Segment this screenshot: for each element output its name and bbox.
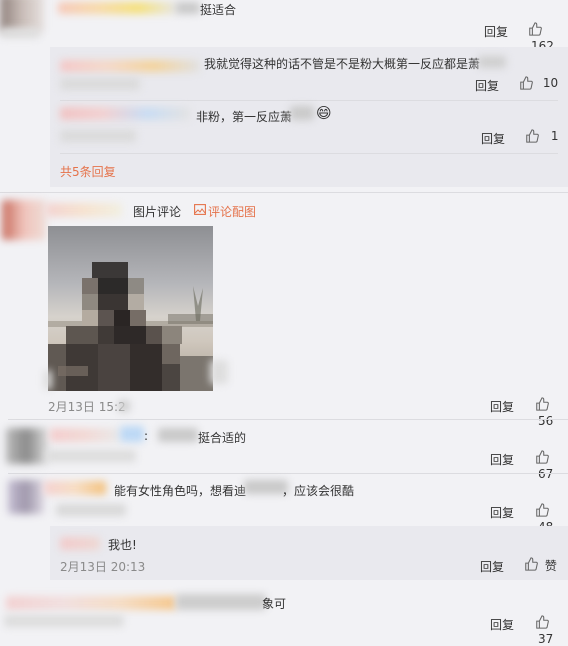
more-replies-link[interactable]: 共5条回复 xyxy=(60,163,116,180)
reply-button[interactable]: 回复 xyxy=(490,398,514,415)
username-redacted[interactable] xyxy=(60,537,100,550)
laughing-emoji-icon: 😄 xyxy=(316,104,332,122)
avatar[interactable] xyxy=(8,480,44,514)
redacted-text xyxy=(290,106,314,120)
like-button[interactable]: 37 xyxy=(535,615,568,646)
reply-text: 我也! xyxy=(108,538,137,552)
redacted-text xyxy=(44,370,52,390)
comment-text: 挺适合 xyxy=(200,3,237,17)
reply-button[interactable]: 回复 xyxy=(475,77,499,94)
like-count: 10 xyxy=(542,76,559,90)
comment-text: 能有女性角色吗，想看迪 xyxy=(114,484,247,498)
picture-icon[interactable] xyxy=(194,204,206,218)
username-redacted[interactable] xyxy=(60,107,190,120)
picture-comment-tag: 图片评论 xyxy=(133,205,182,219)
like-button[interactable]: 赞 xyxy=(524,557,557,574)
divider xyxy=(8,419,568,420)
redacted-text xyxy=(176,594,266,610)
reply-button[interactable]: 回复 xyxy=(481,130,505,147)
reply-text: 非粉，第一反应萧 xyxy=(196,110,293,124)
thumb-up-icon xyxy=(536,397,549,411)
pixelated-figure xyxy=(48,262,213,391)
comment-text-tail: ，应该会很酷 xyxy=(282,484,355,498)
redacted-text xyxy=(4,615,124,627)
comment-image[interactable] xyxy=(48,226,213,391)
like-count: 37 xyxy=(538,632,554,646)
timestamp: 2月13日 20:13 xyxy=(60,560,146,574)
like-button[interactable]: 67 xyxy=(535,450,568,481)
comment-text: 挺合适的 xyxy=(198,431,247,445)
redacted-text xyxy=(60,78,140,90)
redacted-text xyxy=(118,400,130,412)
redacted-text xyxy=(56,504,126,516)
colon: : xyxy=(144,429,149,443)
thumb-up-icon xyxy=(529,22,542,36)
thumb-up-icon xyxy=(520,76,533,90)
timestamp: 2月13日 15:2 xyxy=(48,400,126,414)
redacted-text xyxy=(478,56,506,68)
redacted-text xyxy=(46,450,136,462)
view-picture-link[interactable]: 评论配图 xyxy=(208,203,256,220)
thumb-up-icon xyxy=(536,503,549,517)
thumb-up-icon xyxy=(536,615,549,629)
divider xyxy=(0,192,568,193)
reply-button[interactable]: 回复 xyxy=(490,504,514,521)
username-redacted[interactable] xyxy=(50,428,120,442)
username-redacted[interactable] xyxy=(46,203,122,217)
redacted-text xyxy=(0,28,40,38)
divider xyxy=(60,100,558,101)
thumb-up-icon xyxy=(536,450,549,464)
image-icon xyxy=(194,204,206,215)
like-count: 1 xyxy=(550,129,559,143)
username-redacted[interactable] xyxy=(6,596,176,610)
avatar[interactable] xyxy=(6,428,48,464)
like-label: 赞 xyxy=(544,559,557,573)
reply-text: 我就觉得这种的话不管是不是粉大概第一反应都是萧 xyxy=(204,57,481,71)
divider xyxy=(60,153,558,154)
reply-button[interactable]: 回复 xyxy=(490,451,514,468)
username-redacted[interactable] xyxy=(60,60,200,72)
like-count: 67 xyxy=(538,467,554,481)
reply-button[interactable]: 回复 xyxy=(490,616,514,633)
like-button[interactable]: 56 xyxy=(535,397,568,428)
redacted-text xyxy=(158,428,198,442)
like-button[interactable]: 10 xyxy=(519,76,558,93)
redacted-text xyxy=(176,2,200,14)
username-redacted[interactable] xyxy=(58,2,178,14)
thumb-up-icon xyxy=(525,557,538,571)
reply-button[interactable]: 回复 xyxy=(480,558,504,575)
redacted-text xyxy=(60,130,136,142)
divider xyxy=(8,473,568,474)
username-redacted[interactable] xyxy=(120,426,144,442)
like-count: 56 xyxy=(538,414,554,428)
thumb-up-icon xyxy=(526,129,539,143)
reply-button[interactable]: 回复 xyxy=(484,23,508,40)
comment-text: 象可 xyxy=(262,597,287,611)
avatar[interactable] xyxy=(2,200,46,240)
like-button[interactable]: 1 xyxy=(525,129,558,146)
username-redacted[interactable] xyxy=(44,481,106,495)
redacted-text xyxy=(210,360,228,384)
